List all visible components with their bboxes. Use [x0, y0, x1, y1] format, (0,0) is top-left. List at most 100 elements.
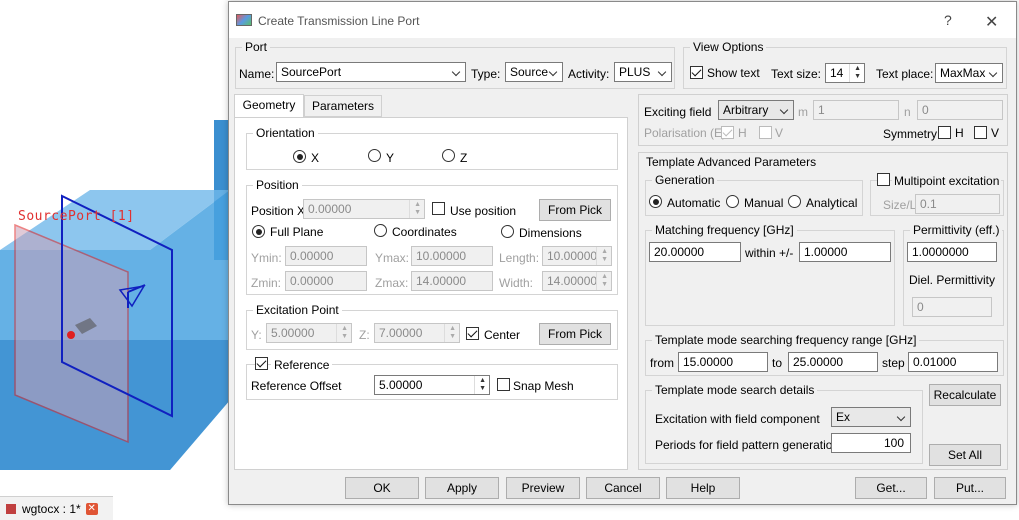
spin-arrows-icon[interactable]: ▲ ▼: [414, 201, 421, 217]
polarisation-label: Polarisation (E): [644, 126, 727, 140]
use-position-checkbox[interactable]: [432, 202, 445, 215]
orientation-x-radio[interactable]: [293, 150, 306, 163]
cancel-button[interactable]: Cancel: [586, 477, 660, 499]
reference-checkbox[interactable]: [255, 357, 268, 370]
center-label: Center: [484, 328, 521, 342]
reference-offset-spinbox[interactable]: 5.00000 ▲ ▼: [374, 375, 490, 395]
snap-mesh-checkbox[interactable]: [497, 378, 510, 391]
show-text-checkbox[interactable]: [690, 66, 703, 79]
recalculate-button[interactable]: Recalculate: [929, 384, 1001, 406]
position-from-pick-button[interactable]: From Pick: [539, 199, 611, 221]
to-field[interactable]: 25.00000: [788, 352, 878, 372]
zmin-field[interactable]: 0.00000: [285, 271, 367, 291]
excitation-y-label: Y:: [251, 328, 262, 342]
tab-parameters[interactable]: Parameters: [304, 95, 382, 117]
full-plane-label: Full Plane: [270, 225, 324, 239]
ok-button[interactable]: OK: [345, 477, 419, 499]
help-icon[interactable]: ?: [944, 12, 952, 28]
polarisation-v-label: V: [775, 126, 784, 140]
diel-title: Diel. Permittivity: [909, 273, 996, 287]
dialog-titlebar[interactable]: Create Transmission Line Port ? ✕: [229, 2, 1016, 38]
tab-geometry[interactable]: Geometry: [234, 94, 304, 118]
analytical-radio[interactable]: [788, 195, 801, 208]
polarisation-h-checkbox[interactable]: [721, 126, 734, 139]
diel-permittivity-field[interactable]: 0: [912, 297, 992, 317]
symmetry-v-checkbox[interactable]: [974, 126, 987, 139]
text-place-combo[interactable]: MaxMax: [935, 63, 1003, 83]
document-icon: [6, 503, 16, 514]
automatic-radio[interactable]: [649, 195, 662, 208]
symmetry-v-label: V: [991, 126, 1000, 140]
periods-field[interactable]: 100: [831, 433, 911, 453]
step-field[interactable]: 0.01000: [908, 352, 998, 372]
ymin-field[interactable]: 0.00000: [285, 246, 367, 266]
symmetry-label: Symmetry: [883, 127, 937, 141]
symmetry-h-checkbox[interactable]: [938, 126, 951, 139]
reference-offset-value: 5.00000: [379, 378, 423, 392]
name-label: Name:: [239, 67, 275, 81]
permittivity-title: Permittivity (eff.): [910, 223, 1003, 237]
range-title: Template mode searching frequency range …: [652, 333, 920, 347]
get-button[interactable]: Get...: [855, 477, 927, 499]
spin-arrows-icon[interactable]: ▲ ▼: [601, 273, 608, 289]
close-tab-icon[interactable]: ✕: [85, 502, 98, 515]
excitation-from-pick-button[interactable]: From Pick: [539, 323, 611, 345]
full-plane-radio[interactable]: [252, 225, 265, 238]
within-label: within +/-: [745, 246, 794, 260]
position-x-spinbox[interactable]: 0.00000 ▲ ▼: [303, 199, 425, 219]
preview-button[interactable]: Preview: [506, 477, 580, 499]
view-options-title: View Options: [690, 40, 767, 54]
polarisation-h-label: H: [738, 126, 747, 140]
zmax-field[interactable]: 14.00000: [411, 271, 493, 291]
spin-arrows-icon[interactable]: ▲ ▼: [601, 248, 608, 264]
multipoint-checkbox[interactable]: [877, 173, 890, 186]
name-combo[interactable]: SourcePort: [276, 62, 466, 82]
spin-arrows-icon[interactable]: ▲ ▼: [854, 65, 861, 81]
polarisation-v-checkbox[interactable]: [759, 126, 772, 139]
size-l-label: Size/L: [883, 198, 917, 212]
ymax-field[interactable]: 10.00000: [411, 246, 493, 266]
width-spinbox[interactable]: 14.00000 ▲ ▼: [542, 271, 612, 291]
orientation-y-radio[interactable]: [368, 149, 381, 162]
manual-radio[interactable]: [726, 195, 739, 208]
close-icon[interactable]: ✕: [985, 12, 998, 32]
template-title: Template Advanced Parameters: [646, 155, 817, 169]
zmin-label: Zmin:: [251, 276, 281, 290]
generation-title: Generation: [652, 173, 718, 187]
exciting-field-combo[interactable]: Arbitrary: [718, 100, 794, 120]
type-label: Type:: [471, 67, 501, 81]
within-field[interactable]: 1.00000: [799, 242, 891, 262]
m-field[interactable]: 1: [813, 100, 899, 120]
spin-arrows-icon[interactable]: ▲ ▼: [341, 325, 348, 341]
put-button[interactable]: Put...: [934, 477, 1006, 499]
permittivity-field[interactable]: 1.0000000: [907, 242, 997, 262]
coordinates-radio[interactable]: [374, 224, 387, 237]
excitation-y-spinbox[interactable]: 5.00000 ▲ ▼: [266, 323, 352, 343]
activity-combo[interactable]: PLUS: [614, 62, 672, 82]
length-value: 10.00000: [547, 249, 598, 263]
orientation-z-radio[interactable]: [442, 149, 455, 162]
spin-arrows-icon[interactable]: ▲ ▼: [449, 325, 456, 341]
excitation-component-combo[interactable]: Ex: [831, 407, 911, 427]
coordinates-label: Coordinates: [392, 225, 457, 239]
dimensions-radio[interactable]: [501, 225, 514, 238]
document-tab[interactable]: wgtocx : 1* ✕: [0, 496, 113, 520]
size-l-field[interactable]: 0.1: [915, 194, 1000, 214]
text-size-spinbox[interactable]: 14 ▲ ▼: [825, 63, 865, 83]
to-label: to: [772, 356, 783, 370]
multipoint-label: Multipoint excitation: [892, 174, 1002, 188]
type-combo[interactable]: Source: [505, 62, 563, 82]
apply-button[interactable]: Apply: [425, 477, 499, 499]
set-all-button[interactable]: Set All: [929, 444, 1001, 466]
excitation-z-spinbox[interactable]: 7.00000 ▲ ▼: [374, 323, 460, 343]
n-field[interactable]: 0: [917, 100, 1003, 120]
from-field[interactable]: 15.00000: [678, 352, 768, 372]
help-button[interactable]: Help: [666, 477, 740, 499]
length-spinbox[interactable]: 10.00000 ▲ ▼: [542, 246, 612, 266]
matching-title: Matching frequency [GHz]: [652, 223, 797, 237]
matching-frequency-field[interactable]: 20.00000: [649, 242, 741, 262]
excitation-component-label: Excitation with field component: [655, 412, 820, 426]
spin-arrows-icon[interactable]: ▲ ▼: [479, 377, 486, 393]
center-checkbox[interactable]: [466, 327, 479, 340]
text-size-value: 14: [830, 66, 844, 80]
